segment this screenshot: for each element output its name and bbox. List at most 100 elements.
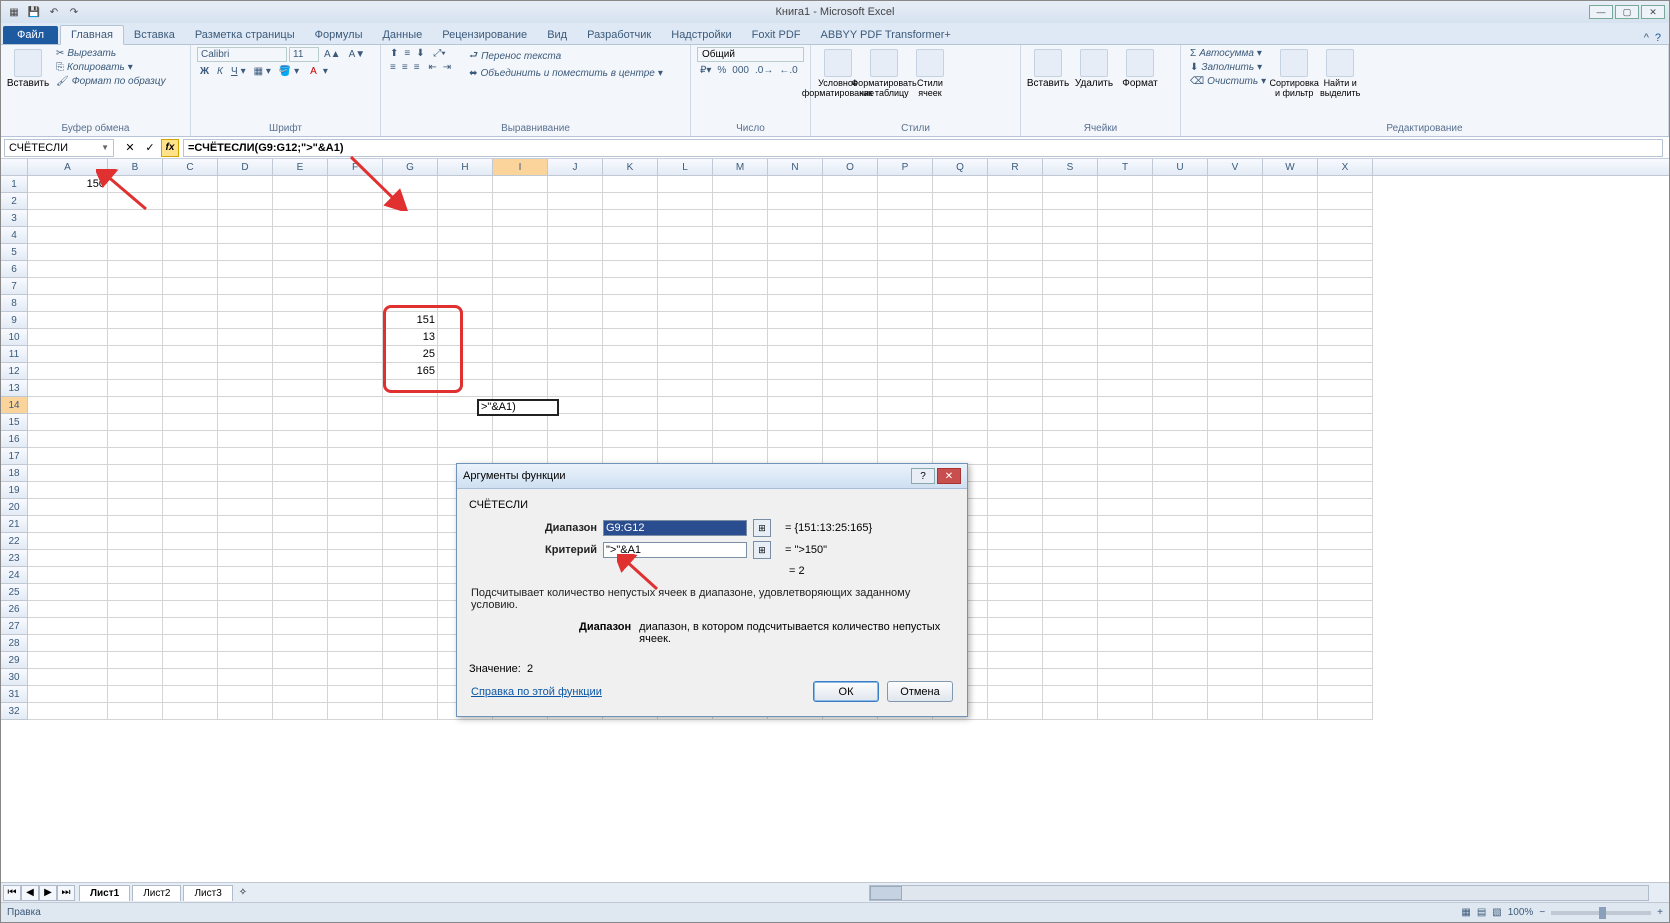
cell-X7[interactable]	[1318, 278, 1373, 295]
cell-C28[interactable]	[163, 635, 218, 652]
cell-E19[interactable]	[273, 482, 328, 499]
cell-W19[interactable]	[1263, 482, 1318, 499]
cell-C29[interactable]	[163, 652, 218, 669]
cell-T27[interactable]	[1098, 618, 1153, 635]
cell-T11[interactable]	[1098, 346, 1153, 363]
cell-R21[interactable]	[988, 516, 1043, 533]
cell-T16[interactable]	[1098, 431, 1153, 448]
cell-C22[interactable]	[163, 533, 218, 550]
cell-T20[interactable]	[1098, 499, 1153, 516]
cell-Q10[interactable]	[933, 329, 988, 346]
cell-K11[interactable]	[603, 346, 658, 363]
cell-E9[interactable]	[273, 312, 328, 329]
cell-W23[interactable]	[1263, 550, 1318, 567]
view-normal-icon[interactable]: ▦	[1461, 907, 1470, 918]
cell-A19[interactable]	[28, 482, 108, 499]
cell-G12[interactable]: 165	[383, 363, 438, 380]
cell-J16[interactable]	[548, 431, 603, 448]
cell-X12[interactable]	[1318, 363, 1373, 380]
cell-V17[interactable]	[1208, 448, 1263, 465]
cell-R26[interactable]	[988, 601, 1043, 618]
cell-X28[interactable]	[1318, 635, 1373, 652]
cell-S14[interactable]	[1043, 397, 1098, 414]
cell-E13[interactable]	[273, 380, 328, 397]
cell-T7[interactable]	[1098, 278, 1153, 295]
cell-T15[interactable]	[1098, 414, 1153, 431]
range-ref-icon[interactable]: ⊞	[753, 519, 771, 537]
cell-B2[interactable]	[108, 193, 163, 210]
tab-insert[interactable]: Вставка	[124, 26, 185, 44]
cell-E16[interactable]	[273, 431, 328, 448]
tab-abbyy[interactable]: ABBYY PDF Transformer+	[811, 26, 961, 44]
cell-W15[interactable]	[1263, 414, 1318, 431]
cell-X2[interactable]	[1318, 193, 1373, 210]
cell-G31[interactable]	[383, 686, 438, 703]
cell-E25[interactable]	[273, 584, 328, 601]
cell-B8[interactable]	[108, 295, 163, 312]
cell-A32[interactable]	[28, 703, 108, 720]
cell-U6[interactable]	[1153, 261, 1208, 278]
cell-B15[interactable]	[108, 414, 163, 431]
cell-F9[interactable]	[328, 312, 383, 329]
cell-C7[interactable]	[163, 278, 218, 295]
cell-G4[interactable]	[383, 227, 438, 244]
cell-G13[interactable]	[383, 380, 438, 397]
cell-W17[interactable]	[1263, 448, 1318, 465]
cell-F18[interactable]	[328, 465, 383, 482]
cell-E12[interactable]	[273, 363, 328, 380]
cell-L15[interactable]	[658, 414, 713, 431]
cell-W24[interactable]	[1263, 567, 1318, 584]
cell-P14[interactable]	[878, 397, 933, 414]
cell-J13[interactable]	[548, 380, 603, 397]
col-header-U[interactable]: U	[1153, 159, 1208, 175]
ribbon-minimize-icon[interactable]: ^	[1644, 32, 1649, 44]
cell-S7[interactable]	[1043, 278, 1098, 295]
cell-V2[interactable]	[1208, 193, 1263, 210]
new-sheet-icon[interactable]: ✧	[233, 887, 253, 898]
cell-C14[interactable]	[163, 397, 218, 414]
cell-A15[interactable]	[28, 414, 108, 431]
cell-S28[interactable]	[1043, 635, 1098, 652]
view-pagebreak-icon[interactable]: ▧	[1492, 907, 1501, 918]
cell-Q14[interactable]	[933, 397, 988, 414]
cell-I11[interactable]	[493, 346, 548, 363]
row-header-10[interactable]: 10	[1, 329, 28, 346]
cell-H8[interactable]	[438, 295, 493, 312]
cell-N15[interactable]	[768, 414, 823, 431]
cell-L6[interactable]	[658, 261, 713, 278]
cell-X11[interactable]	[1318, 346, 1373, 363]
cell-K15[interactable]	[603, 414, 658, 431]
cell-B24[interactable]	[108, 567, 163, 584]
cell-N3[interactable]	[768, 210, 823, 227]
cell-R31[interactable]	[988, 686, 1043, 703]
row-header-3[interactable]: 3	[1, 210, 28, 227]
cell-V20[interactable]	[1208, 499, 1263, 516]
help-icon[interactable]: ?	[1655, 32, 1661, 44]
cell-O9[interactable]	[823, 312, 878, 329]
cell-P10[interactable]	[878, 329, 933, 346]
cell-G3[interactable]	[383, 210, 438, 227]
cell-N10[interactable]	[768, 329, 823, 346]
cell-J2[interactable]	[548, 193, 603, 210]
cell-W11[interactable]	[1263, 346, 1318, 363]
cell-W6[interactable]	[1263, 261, 1318, 278]
cell-C4[interactable]	[163, 227, 218, 244]
cell-F15[interactable]	[328, 414, 383, 431]
row-header-22[interactable]: 22	[1, 533, 28, 550]
cell-V23[interactable]	[1208, 550, 1263, 567]
currency-icon[interactable]: ₽▾	[697, 64, 714, 77]
cell-S26[interactable]	[1043, 601, 1098, 618]
cell-K5[interactable]	[603, 244, 658, 261]
cell-R18[interactable]	[988, 465, 1043, 482]
cell-R17[interactable]	[988, 448, 1043, 465]
cell-W3[interactable]	[1263, 210, 1318, 227]
cell-F31[interactable]	[328, 686, 383, 703]
cell-V32[interactable]	[1208, 703, 1263, 720]
cell-X10[interactable]	[1318, 329, 1373, 346]
cell-J9[interactable]	[548, 312, 603, 329]
cell-S29[interactable]	[1043, 652, 1098, 669]
cell-F29[interactable]	[328, 652, 383, 669]
cell-P2[interactable]	[878, 193, 933, 210]
cell-H13[interactable]	[438, 380, 493, 397]
cell-U8[interactable]	[1153, 295, 1208, 312]
